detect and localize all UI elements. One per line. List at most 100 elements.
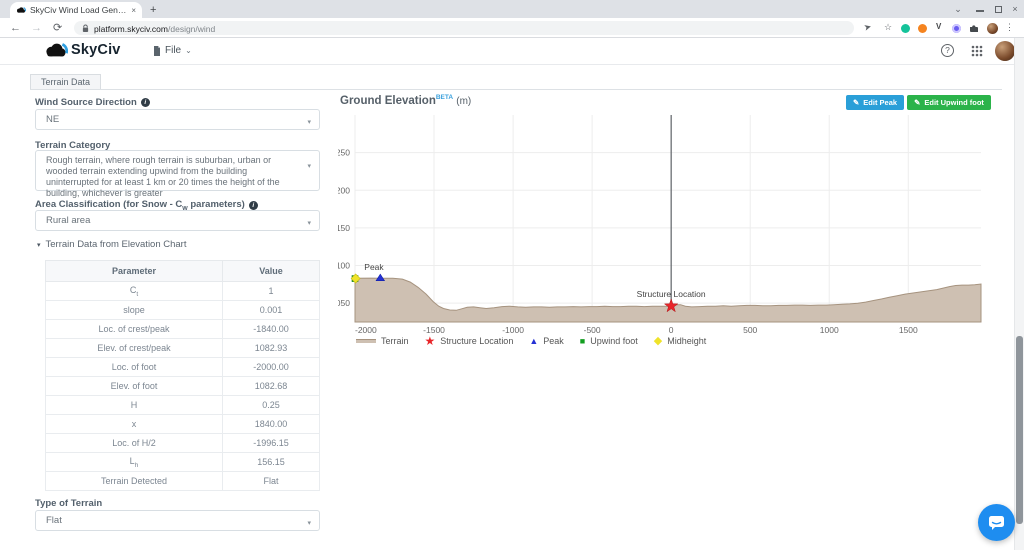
table-row: H0.25 bbox=[46, 396, 320, 415]
table-row: x1840.00 bbox=[46, 415, 320, 434]
extension-metamask-icon[interactable] bbox=[918, 24, 927, 33]
table-row: Loc. of foot-2000.00 bbox=[46, 358, 320, 377]
new-tab-button[interactable]: + bbox=[150, 3, 156, 17]
legend-item-structure-location[interactable]: ★Structure Location bbox=[425, 336, 514, 346]
terrain-swatch-icon bbox=[356, 339, 376, 343]
x-tick-label: 1500 bbox=[899, 325, 918, 335]
app-header: SkyCiv File ⌄ ? bbox=[0, 38, 1015, 65]
param-cell: Terrain Detected bbox=[46, 472, 223, 491]
value-cell: 156.15 bbox=[223, 453, 320, 472]
legend-item-peak[interactable]: ▲Peak bbox=[529, 336, 563, 346]
extension-purple-icon[interactable] bbox=[952, 24, 961, 33]
pencil-icon: ✎ bbox=[914, 98, 920, 107]
tab-close-icon[interactable]: × bbox=[131, 6, 136, 15]
param-cell: Elev. of crest/peak bbox=[46, 339, 223, 358]
beta-badge: BETA bbox=[436, 94, 453, 101]
chart-legend: Terrain ★Structure Location ▲Peak ■Upwin… bbox=[356, 336, 706, 346]
url-host: platform.skyciv.com bbox=[94, 24, 168, 34]
chevron-down-icon: ▾ bbox=[307, 161, 311, 172]
value-cell: -1840.00 bbox=[223, 320, 320, 339]
apps-grid-icon[interactable] bbox=[971, 45, 983, 57]
value-cell: 1082.68 bbox=[223, 377, 320, 396]
chat-smile-icon bbox=[988, 515, 1005, 531]
bookmark-star-icon[interactable]: ☆ bbox=[884, 22, 892, 33]
param-cell: Lh bbox=[46, 453, 223, 472]
x-tick-label: -500 bbox=[584, 325, 601, 335]
extension-green-icon[interactable] bbox=[901, 24, 910, 33]
wind-source-select[interactable]: NE ▾ bbox=[35, 109, 320, 130]
y-tick-label: 1250 bbox=[338, 148, 350, 158]
file-menu[interactable]: File ⌄ bbox=[153, 45, 192, 56]
browser-profile-avatar[interactable] bbox=[987, 23, 998, 34]
share-icon[interactable]: ➤ bbox=[863, 21, 873, 34]
window-minimize-icon[interactable] bbox=[976, 10, 984, 12]
window-close-icon[interactable]: × bbox=[1008, 2, 1022, 16]
table-header-parameter: Parameter bbox=[46, 261, 223, 282]
param-cell: x bbox=[46, 415, 223, 434]
y-tick-label: 1150 bbox=[338, 223, 350, 233]
chat-bubble-button[interactable] bbox=[978, 504, 1015, 541]
value-cell: Flat bbox=[223, 472, 320, 491]
back-icon[interactable]: ← bbox=[10, 21, 21, 35]
file-menu-label: File bbox=[165, 45, 181, 56]
elevation-section-toggle[interactable]: ▾ Terrain Data from Elevation Chart bbox=[37, 239, 187, 250]
area-classification-select[interactable]: Rural area ▾ bbox=[35, 210, 320, 231]
table-row: Elev. of crest/peak1082.93 bbox=[46, 339, 320, 358]
wind-source-label-row: Wind Source Direction i bbox=[35, 97, 150, 108]
param-cell: Loc. of H/2 bbox=[46, 434, 223, 453]
legend-item-terrain[interactable]: Terrain bbox=[356, 336, 409, 346]
value-cell: 0.25 bbox=[223, 396, 320, 415]
window-maximize-icon[interactable] bbox=[995, 6, 1002, 13]
table-row: slope0.001 bbox=[46, 301, 320, 320]
file-chevron-icon: ⌄ bbox=[185, 46, 192, 55]
skyciv-logo[interactable]: SkyCiv bbox=[44, 42, 121, 58]
type-of-terrain-value: Flat bbox=[46, 515, 62, 526]
table-row: Loc. of H/2-1996.15 bbox=[46, 434, 320, 453]
ground-elevation-chart: 10501100115012001250-2000-1500-1000-5000… bbox=[338, 108, 990, 340]
chevron-down-icon: ▾ bbox=[307, 218, 311, 230]
x-tick-label: 500 bbox=[743, 325, 757, 335]
param-cell: Elev. of foot bbox=[46, 377, 223, 396]
param-cell: H bbox=[46, 396, 223, 415]
peak-marker[interactable] bbox=[376, 274, 384, 281]
extensions-puzzle-icon[interactable] bbox=[969, 23, 979, 33]
y-tick-label: 1100 bbox=[338, 261, 350, 271]
collapse-caret-icon: ▾ bbox=[37, 241, 41, 249]
legend-item-upwind-foot[interactable]: ■Upwind foot bbox=[580, 336, 638, 346]
value-cell: 1082.93 bbox=[223, 339, 320, 358]
legend-item-midheight[interactable]: ◆Midheight bbox=[654, 336, 707, 346]
extension-v-icon[interactable]: V bbox=[936, 22, 941, 31]
user-avatar[interactable] bbox=[995, 41, 1015, 61]
page-scrollbar-thumb[interactable] bbox=[1016, 336, 1023, 524]
area-classification-value: Rural area bbox=[46, 215, 90, 226]
browser-tab[interactable]: SkyCiv Wind Load Generato × bbox=[10, 2, 142, 18]
x-tick-label: -2000 bbox=[355, 325, 377, 335]
info-icon[interactable]: i bbox=[249, 201, 258, 210]
structure-location-label: Structure Location bbox=[637, 289, 706, 299]
help-icon[interactable]: ? bbox=[941, 44, 954, 57]
star-icon: ★ bbox=[425, 336, 436, 346]
value-cell: -1996.15 bbox=[223, 434, 320, 453]
value-cell: -2000.00 bbox=[223, 358, 320, 377]
wind-source-value: NE bbox=[46, 114, 59, 125]
window-chevron-icon[interactable]: ⌄ bbox=[951, 2, 965, 16]
url-bar[interactable]: platform.skyciv.com/design/wind bbox=[74, 21, 854, 35]
refresh-icon[interactable]: ⟳ bbox=[53, 21, 62, 35]
param-cell: Ct bbox=[46, 282, 223, 301]
terrain-category-select[interactable]: Rough terrain, where rough terrain is su… bbox=[35, 150, 320, 191]
value-cell: 1 bbox=[223, 282, 320, 301]
browser-menu-icon[interactable]: ⋮ bbox=[1005, 22, 1014, 33]
x-tick-label: 1000 bbox=[820, 325, 839, 335]
peak-label: Peak bbox=[364, 262, 384, 272]
forward-icon[interactable]: → bbox=[31, 21, 42, 35]
table-header-value: Value bbox=[223, 261, 320, 282]
type-of-terrain-select[interactable]: Flat ▾ bbox=[35, 510, 320, 531]
terrain-category-value: Rough terrain, where rough terrain is su… bbox=[46, 155, 280, 198]
y-tick-label: 1050 bbox=[338, 298, 350, 308]
chart-title: Ground ElevationBETA (m) bbox=[340, 94, 471, 107]
info-icon[interactable]: i bbox=[141, 98, 150, 107]
table-row: Lh156.15 bbox=[46, 453, 320, 472]
tab-terrain-data[interactable]: Terrain Data bbox=[30, 74, 101, 90]
param-cell: Loc. of crest/peak bbox=[46, 320, 223, 339]
skyciv-cloud-icon bbox=[44, 42, 68, 58]
